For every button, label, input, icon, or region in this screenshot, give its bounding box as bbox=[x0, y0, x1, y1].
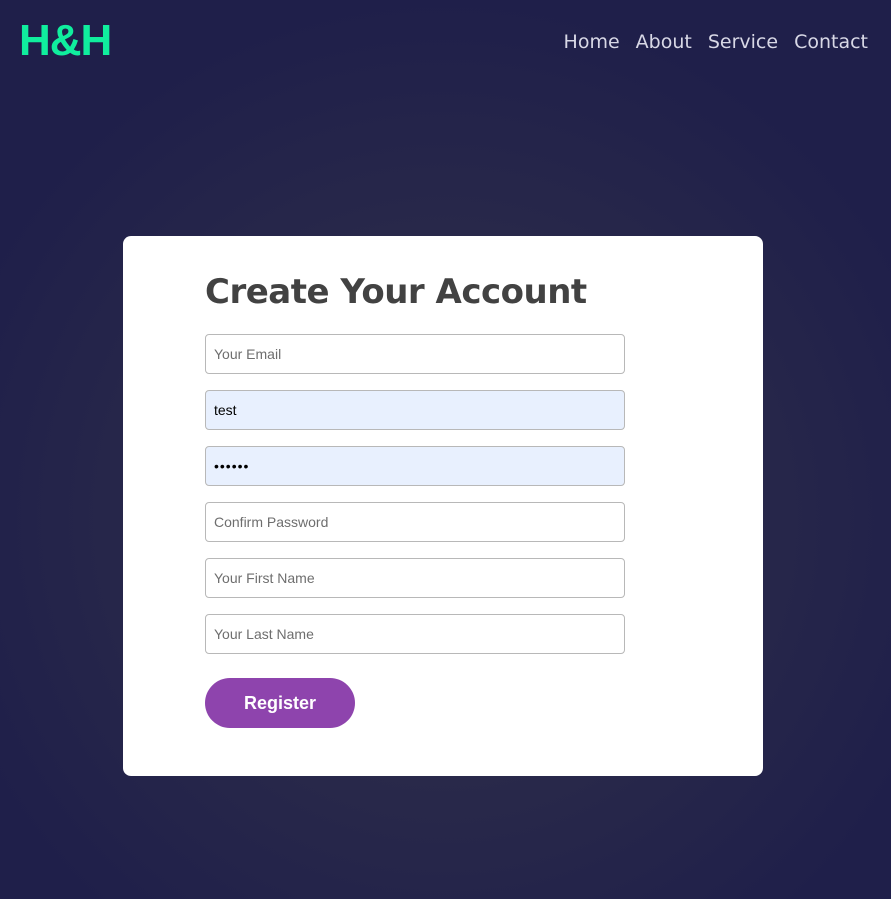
logo[interactable]: H&H bbox=[19, 16, 112, 66]
registration-card: Create Your Account Register bbox=[123, 236, 763, 776]
first-name-field[interactable] bbox=[205, 558, 625, 598]
password-field[interactable] bbox=[205, 446, 625, 486]
confirm-password-field[interactable] bbox=[205, 502, 625, 542]
form-title: Create Your Account bbox=[205, 272, 587, 312]
register-button[interactable]: Register bbox=[205, 678, 355, 728]
main-nav: Home About Service Contact bbox=[564, 28, 868, 56]
last-name-field[interactable] bbox=[205, 614, 625, 654]
nav-home[interactable]: Home bbox=[564, 28, 620, 56]
email-field[interactable] bbox=[205, 334, 625, 374]
nav-about[interactable]: About bbox=[636, 28, 692, 56]
nav-contact[interactable]: Contact bbox=[794, 28, 868, 56]
nav-service[interactable]: Service bbox=[708, 28, 778, 56]
username-field[interactable] bbox=[205, 390, 625, 430]
